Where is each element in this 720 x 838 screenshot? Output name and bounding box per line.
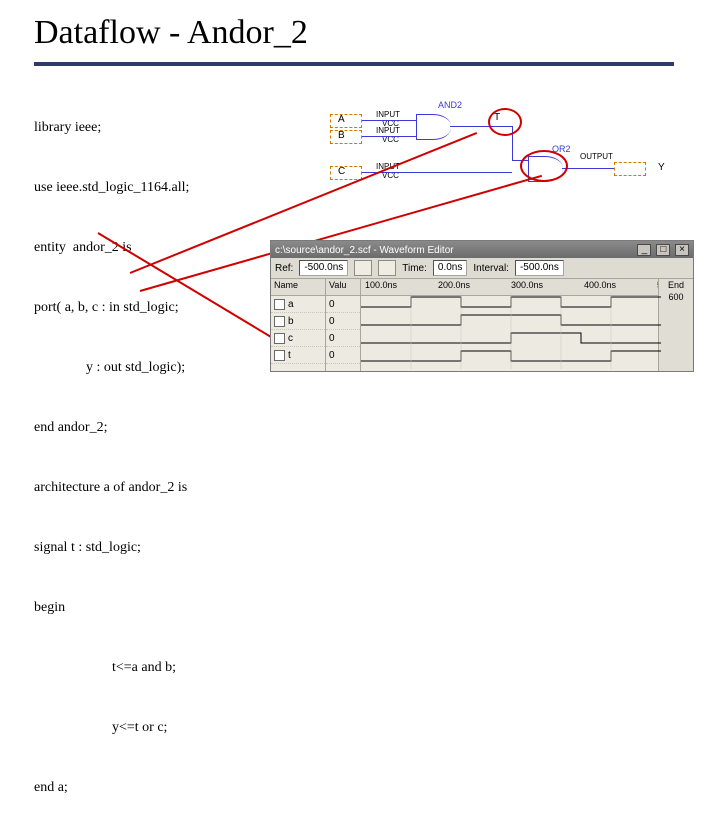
- waveform-traces: [361, 293, 661, 369]
- schematic-diagram: A B C INPUT VCC INPUT VCC INPUT VCC AND2…: [330, 108, 690, 208]
- y-label: Y: [658, 162, 665, 173]
- minimize-icon[interactable]: _: [637, 244, 651, 256]
- or-gate-label: OR2: [552, 144, 571, 154]
- ref-label: Ref:: [275, 263, 293, 274]
- code-line: begin: [34, 598, 189, 618]
- maximize-icon[interactable]: □: [656, 244, 670, 256]
- value-header: Valu: [326, 279, 360, 296]
- signal-row[interactable]: c: [271, 330, 325, 347]
- pin-a-label: A: [338, 114, 345, 125]
- waveform-editor-window: c:\source\andor_2.scf - Waveform Editor …: [270, 240, 694, 372]
- signal-row[interactable]: a: [271, 296, 325, 313]
- pin-b-label: B: [338, 130, 345, 141]
- signal-name-column: Name a b c t: [271, 279, 326, 371]
- end-header: End: [659, 280, 693, 290]
- end-value: 600: [659, 290, 693, 302]
- next-button[interactable]: [378, 260, 396, 276]
- code-line: y<=t or c;: [34, 718, 189, 738]
- time-label: Time:: [402, 263, 427, 274]
- prev-button[interactable]: [354, 260, 372, 276]
- code-line: end a;: [34, 778, 189, 798]
- code-line: use ieee.std_logic_1164.all;: [34, 178, 189, 198]
- t-node-label: T: [494, 112, 500, 123]
- window-titlebar: c:\source\andor_2.scf - Waveform Editor …: [271, 241, 693, 259]
- output-label: OUTPUT: [580, 152, 613, 161]
- code-line: signal t : std_logic;: [34, 538, 189, 558]
- code-line: t<=a and b;: [34, 658, 189, 678]
- input-label: INPUT: [376, 110, 400, 119]
- code-line: y : out std_logic);: [34, 358, 189, 378]
- interval-label: Interval:: [473, 263, 509, 274]
- signal-row[interactable]: b: [271, 313, 325, 330]
- signal-value: 0: [326, 330, 360, 347]
- input-label: INPUT: [376, 162, 400, 171]
- waveform-toolbar: Ref: -500.0ns Time: 0.0ns Interval: -500…: [271, 258, 693, 279]
- signal-value: 0: [326, 313, 360, 330]
- and-gate-icon: [416, 114, 451, 140]
- slide-title: Dataflow - Andor_2: [34, 14, 308, 52]
- code-line: port( a, b, c : in std_logic;: [34, 298, 189, 318]
- code-line: library ieee;: [34, 118, 189, 138]
- ref-value[interactable]: -500.0ns: [299, 260, 348, 276]
- title-underline: [34, 62, 674, 66]
- interval-value[interactable]: -500.0ns: [515, 260, 564, 276]
- code-line: end andor_2;: [34, 418, 189, 438]
- signal-value-column: Valu 0 0 0 0: [326, 279, 361, 371]
- signal-row[interactable]: t: [271, 347, 325, 364]
- time-value[interactable]: 0.0ns: [433, 260, 467, 276]
- window-title: c:\source\andor_2.scf - Waveform Editor: [275, 245, 454, 256]
- vhdl-code-block: library ieee; use ieee.std_logic_1164.al…: [34, 78, 189, 838]
- name-header: Name: [271, 279, 325, 296]
- and-gate-label: AND2: [438, 100, 462, 110]
- pin-c-label: C: [338, 166, 345, 177]
- close-icon[interactable]: ×: [675, 244, 689, 256]
- input-label: INPUT: [376, 126, 400, 135]
- signal-value: 0: [326, 296, 360, 313]
- or-gate-icon: [528, 156, 563, 182]
- waveform-plot-area[interactable]: 100.0ns 200.0ns 300.0ns 400.0ns 500.0ns …: [361, 279, 693, 371]
- signal-value: 0: [326, 347, 360, 364]
- code-line: entity andor_2 is: [34, 238, 189, 258]
- code-line: architecture a of andor_2 is: [34, 478, 189, 498]
